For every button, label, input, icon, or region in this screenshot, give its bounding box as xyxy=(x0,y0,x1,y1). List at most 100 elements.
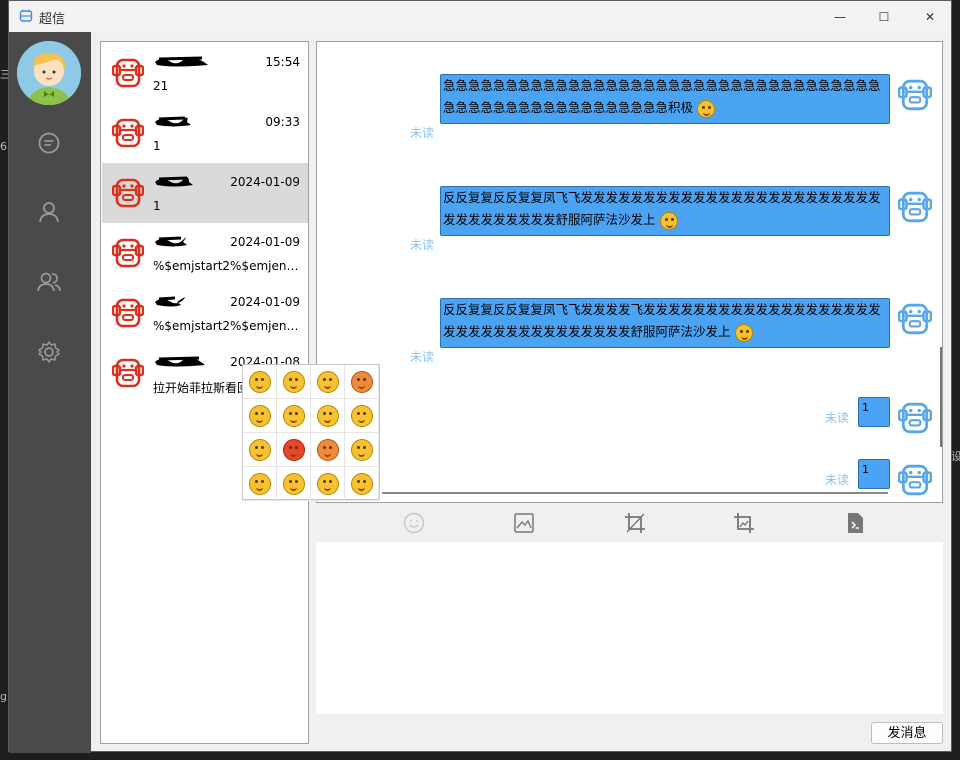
edge-mark: 6 xyxy=(0,140,7,153)
contact-last-message: 1 xyxy=(153,139,161,153)
emoji-option[interactable] xyxy=(345,399,379,433)
file-icon[interactable] xyxy=(843,511,867,535)
emoji-option[interactable] xyxy=(345,433,379,467)
emoji-option[interactable] xyxy=(243,365,277,399)
monkey-avatar-svg xyxy=(897,79,933,111)
emoji-option[interactable] xyxy=(277,433,311,467)
unread-status: 未读 xyxy=(410,350,435,364)
message-row: 未读 1 xyxy=(317,459,935,499)
emoji-option[interactable] xyxy=(243,467,277,501)
emoji-icon xyxy=(316,438,339,461)
app-logo-icon xyxy=(19,9,33,22)
emoji-icon[interactable] xyxy=(402,511,426,535)
contact-name-redacted xyxy=(153,175,203,187)
emoji-icon xyxy=(316,404,339,427)
unread-status: 未读 xyxy=(825,411,850,425)
self-avatar-icon xyxy=(897,190,933,224)
monkey-avatar-svg xyxy=(897,464,933,496)
app-window: 超信 — ☐ ✕ 15:54 21 09:33 1 2024-01-09 1 2… xyxy=(8,0,952,753)
monkey-avatar-icon xyxy=(111,57,145,89)
crop-icon[interactable] xyxy=(623,511,647,535)
message-input[interactable] xyxy=(316,542,943,714)
contact-last-message: 1 xyxy=(153,199,161,213)
message-row: 未读 反反复复反反复复凤飞飞发发发发飞发发发发发发发发发发发发发发发发发发发发发发… xyxy=(317,298,935,364)
message-bubble[interactable]: 反反复复反反复复凤飞飞发发发发发发发发发发发发发发发发发发发发发发发发发发发发发… xyxy=(440,186,890,236)
emoji-option[interactable] xyxy=(311,433,345,467)
emoji-icon xyxy=(697,99,715,118)
self-avatar-icon xyxy=(897,78,933,112)
message-bubble[interactable]: 急急急急急急急急急急急急急急急急急急急急急急急急急急急急急急急急急急急急急急急急… xyxy=(440,74,890,124)
redacted-name xyxy=(155,236,187,247)
unread-status: 未读 xyxy=(410,126,435,140)
emoji-option[interactable] xyxy=(311,467,345,501)
chat-icon[interactable] xyxy=(36,130,62,156)
redacted-name xyxy=(155,56,208,67)
user-icon[interactable] xyxy=(36,199,62,225)
monkey-avatar-icon xyxy=(111,297,145,329)
chat-toolbar xyxy=(316,505,943,541)
monkey-avatar-svg xyxy=(897,402,933,434)
self-avatar-icon xyxy=(897,401,933,435)
monkey-avatar-svg xyxy=(897,191,933,223)
emoji-icon xyxy=(282,370,305,393)
emoji-icon xyxy=(282,404,305,427)
emoji-option[interactable] xyxy=(277,365,311,399)
message-row: 未读 急急急急急急急急急急急急急急急急急急急急急急急急急急急急急急急急急急急急急急… xyxy=(317,74,935,140)
emoji-option[interactable] xyxy=(243,433,277,467)
contact-last-message: 21 xyxy=(153,79,169,93)
emoji-option[interactable] xyxy=(345,467,379,501)
emoji-icon xyxy=(248,438,271,461)
emoji-icon xyxy=(282,472,305,495)
contact-name-redacted xyxy=(153,235,203,247)
chat-history[interactable]: 未读 急急急急急急急急急急急急急急急急急急急急急急急急急急急急急急急急急急急急急急… xyxy=(316,41,943,503)
group-icon[interactable] xyxy=(36,269,62,295)
emoji-option[interactable] xyxy=(311,365,345,399)
window-title: 超信 xyxy=(39,12,66,27)
contact-item[interactable]: 2024-01-09 %$emjstart2%$emjend... xyxy=(102,283,308,343)
send-message-button[interactable]: 发消息 xyxy=(871,722,943,744)
emoji-picker-panel[interactable] xyxy=(242,364,380,501)
close-button[interactable]: ✕ xyxy=(908,1,952,32)
self-avatar-icon xyxy=(897,463,933,497)
contact-item[interactable]: 2024-01-09 %$emjstart2%$emjend... xyxy=(102,223,308,283)
emoji-option[interactable] xyxy=(277,399,311,433)
title-bar: 超信 — ☐ ✕ xyxy=(9,1,951,32)
image-icon[interactable] xyxy=(512,511,536,535)
contact-time: 2024-01-09 xyxy=(230,175,300,189)
message-text: 急急急急急急急急急急急急急急急急急急急急急急急急急急急急急急急急急急急急急急急急… xyxy=(443,78,881,115)
emoji-option[interactable] xyxy=(311,399,345,433)
redacted-name xyxy=(155,116,191,127)
contact-item[interactable]: 15:54 21 xyxy=(102,43,308,103)
contact-name-redacted xyxy=(153,295,203,307)
monkey-avatar-svg xyxy=(111,358,145,388)
maximize-button[interactable]: ☐ xyxy=(862,1,906,32)
edge-mark: 设 xyxy=(951,450,960,463)
minimize-button[interactable]: — xyxy=(818,1,862,32)
message-bubble[interactable]: 反反复复反反复复凤飞飞发发发发飞发发发发发发发发发发发发发发发发发发发发发发发发… xyxy=(440,298,890,348)
emoji-icon xyxy=(316,472,339,495)
avatar-illustration-icon xyxy=(17,41,81,105)
monkey-avatar-icon xyxy=(111,237,145,269)
emoji-option[interactable] xyxy=(277,467,311,501)
emoji-option[interactable] xyxy=(243,399,277,433)
unread-status: 未读 xyxy=(825,473,850,487)
vertical-scrollbar[interactable] xyxy=(940,347,942,447)
screenshot-icon[interactable] xyxy=(732,511,756,535)
message-bubble[interactable]: 1 xyxy=(858,459,890,489)
emoji-option[interactable] xyxy=(345,365,379,399)
settings-icon[interactable] xyxy=(36,339,62,365)
user-avatar[interactable] xyxy=(17,41,81,105)
monkey-avatar-svg xyxy=(897,303,933,335)
emoji-icon xyxy=(350,404,373,427)
contact-item[interactable]: 09:33 1 xyxy=(102,103,308,163)
emoji-icon xyxy=(248,404,271,427)
message-row: 未读 反反复复反反复复凤飞飞发发发发发发发发发发发发发发发发发发发发发发发发发发发… xyxy=(317,186,935,252)
monkey-avatar-icon xyxy=(111,117,145,149)
monkey-avatar-icon xyxy=(111,357,145,389)
message-text: 1 xyxy=(862,401,869,414)
self-avatar-icon xyxy=(897,302,933,336)
edge-mark: g xyxy=(0,690,7,703)
contact-name-redacted xyxy=(153,355,205,367)
message-bubble[interactable]: 1 xyxy=(858,397,890,427)
contact-item[interactable]: 2024-01-09 1 xyxy=(102,163,308,223)
